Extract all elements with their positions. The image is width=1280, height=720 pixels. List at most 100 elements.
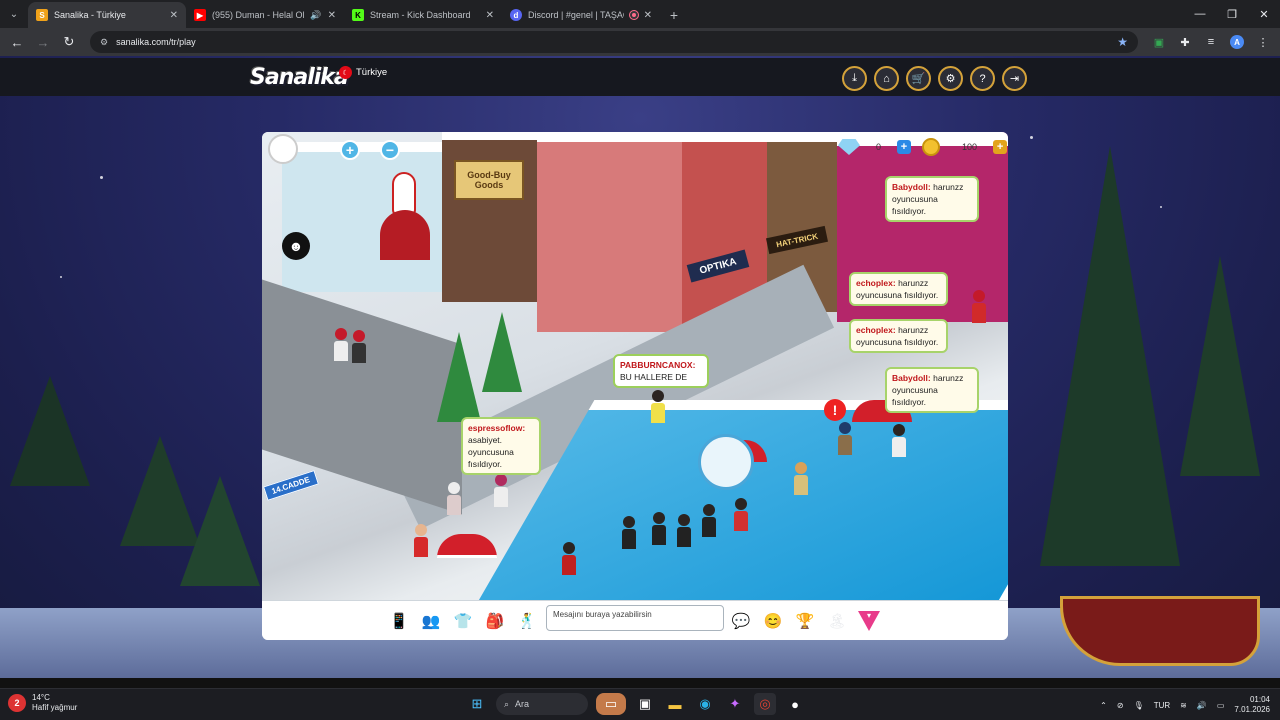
tab-kick[interactable]: K Stream - Kick Dashboard ✕ xyxy=(344,2,502,28)
bookmark-star-icon[interactable]: ★ xyxy=(1117,35,1128,49)
player-avatar[interactable] xyxy=(892,424,906,458)
zoom-out-button[interactable]: − xyxy=(380,140,400,160)
close-tab-icon[interactable]: ✕ xyxy=(644,10,652,21)
widget-news-icon[interactable]: ▭ xyxy=(596,693,626,715)
site-info-icon[interactable]: ⚙ xyxy=(100,37,108,48)
taskbar-search[interactable]: ⌕ Ara xyxy=(496,693,588,715)
player-avatar[interactable] xyxy=(494,474,508,508)
extensions-puzzle-icon[interactable]: ✚ xyxy=(1174,31,1196,53)
island-icon[interactable]: 🏝 xyxy=(824,609,850,633)
sanalika-favicon-icon: S xyxy=(36,9,48,21)
wardrobe-icon[interactable]: 👕 xyxy=(450,609,476,633)
add-coins-button[interactable]: + xyxy=(993,140,1008,154)
chat-author: echoplex: xyxy=(856,278,896,288)
weather-widget[interactable]: 2 14°C Hafif yağmur xyxy=(8,693,77,713)
reload-icon[interactable]: ↻ xyxy=(58,31,80,53)
beach-umbrella xyxy=(437,534,497,558)
wifi-icon[interactable]: ≋ xyxy=(1180,701,1187,710)
add-gems-button[interactable]: + xyxy=(897,140,912,154)
maximize-icon[interactable]: ❐ xyxy=(1216,0,1248,28)
backpack-icon[interactable]: 🎒 xyxy=(482,609,508,633)
close-tab-icon[interactable]: ✕ xyxy=(328,10,336,21)
game-scene[interactable]: Good-Buy Goods OPTIKA HAT-TRICK 14.CADDE xyxy=(262,132,1008,600)
tab-search-icon[interactable]: ⌄ xyxy=(0,0,28,28)
close-window-icon[interactable]: ✕ xyxy=(1248,0,1280,28)
dance-icon[interactable]: 🕺 xyxy=(514,609,540,633)
kick-favicon-icon: K xyxy=(352,9,364,21)
tab-label: Stream - Kick Dashboard xyxy=(370,10,471,20)
chrome-icon[interactable]: ◎ xyxy=(754,693,776,715)
address-bar[interactable]: ⚙ sanalika.com/tr/play ★ xyxy=(90,31,1138,53)
speech-bubble-icon[interactable]: 💬 xyxy=(728,609,754,633)
chevron-up-icon[interactable]: ⌃ xyxy=(1100,701,1107,710)
alert-icon[interactable]: ! xyxy=(824,399,846,421)
diamond-icon xyxy=(838,139,860,155)
url-text: sanalika.com/tr/play xyxy=(116,37,196,47)
kebab-menu-icon[interactable]: ⋮ xyxy=(1252,31,1274,53)
obs-icon[interactable]: ● xyxy=(784,693,806,715)
window-controls: — ❐ ✕ xyxy=(1184,0,1280,28)
help-icon[interactable]: ? xyxy=(970,66,995,91)
tab-sanalika[interactable]: S Sanalika - Türkiye ✕ xyxy=(28,2,186,28)
bowling-door xyxy=(380,210,430,260)
player-avatar[interactable] xyxy=(334,328,348,362)
game-window[interactable]: Good-Buy Goods OPTIKA HAT-TRICK 14.CADDE xyxy=(262,132,1008,640)
start-windows-icon[interactable]: ⊞ xyxy=(466,693,488,715)
microphone-icon[interactable]: 🎙 xyxy=(1134,701,1144,710)
sleigh xyxy=(1060,596,1260,666)
player-avatar[interactable] xyxy=(622,516,636,550)
search-label: Ara xyxy=(515,699,530,709)
download-icon[interactable]: ⤓ xyxy=(842,66,867,91)
edge-icon[interactable]: ◉ xyxy=(694,693,716,715)
friends-icon[interactable]: 👥 xyxy=(418,609,444,633)
language-indicator[interactable]: TUR xyxy=(1154,701,1170,710)
logout-icon[interactable]: ⇥ xyxy=(1002,66,1027,91)
npc-ghost-icon[interactable]: ☻ xyxy=(282,232,310,260)
player-avatar[interactable] xyxy=(447,482,461,516)
close-tab-icon[interactable]: ✕ xyxy=(170,10,178,21)
cart-icon[interactable]: 🛒 xyxy=(906,66,931,91)
task-view-icon[interactable]: ▣ xyxy=(634,693,656,715)
clock[interactable]: 01:04 7.01.2026 xyxy=(1234,695,1270,715)
player-avatar[interactable] xyxy=(651,390,665,424)
network-off-icon[interactable]: ⊘ xyxy=(1117,701,1124,710)
profile-button[interactable]: A xyxy=(1226,31,1248,53)
player-avatar[interactable] xyxy=(352,330,366,364)
page-content: Sanalika ☾ Türkiye ⤓ ⌂ 🛒 ⚙ ? ⇥ Good-Buy … xyxy=(0,56,1280,678)
player-avatar[interactable] xyxy=(734,498,748,532)
home-icon[interactable]: ⌂ xyxy=(874,66,899,91)
copilot-icon[interactable]: ✦ xyxy=(724,693,746,715)
player-avatar[interactable] xyxy=(794,462,808,496)
new-tab-button[interactable]: + xyxy=(660,2,688,28)
profile-avatar[interactable] xyxy=(268,134,298,164)
zoom-in-button[interactable]: + xyxy=(340,140,360,160)
player-avatar[interactable] xyxy=(972,290,986,324)
gear-icon[interactable]: ⚙ xyxy=(938,66,963,91)
volume-icon[interactable]: 🔊 xyxy=(1197,701,1207,710)
pet-badge-icon[interactable] xyxy=(698,434,754,490)
forward-arrow-icon[interactable]: → xyxy=(32,31,54,53)
chat-author: Babydoll: xyxy=(892,182,931,192)
speaker-icon[interactable]: 🔊 xyxy=(310,10,321,21)
tab-youtube[interactable]: ▶ (955) Duman - Helal Olsun 🔊 ✕ xyxy=(186,2,344,28)
sanalika-logo[interactable]: Sanalika xyxy=(250,65,349,90)
player-avatar[interactable] xyxy=(702,504,716,538)
player-avatar[interactable] xyxy=(838,422,852,456)
minimize-icon[interactable]: — xyxy=(1184,0,1216,28)
trophy-icon[interactable]: 🏆 xyxy=(792,609,818,633)
emote-icon[interactable]: 😊 xyxy=(760,609,786,633)
player-avatar[interactable] xyxy=(677,514,691,548)
media-controls-icon[interactable]: ≡ xyxy=(1200,31,1222,53)
player-avatar[interactable] xyxy=(562,542,576,576)
chat-input[interactable]: Mesajını buraya yazabilirsin xyxy=(546,605,724,631)
tab-discord[interactable]: d Discord | #genel | TAŞACAK ✕ xyxy=(502,2,660,28)
menu-toggle-icon[interactable]: ▾ xyxy=(856,609,882,633)
battery-icon[interactable]: ▭ xyxy=(1217,701,1225,710)
file-explorer-icon[interactable]: ▬ xyxy=(664,693,686,715)
player-avatar[interactable] xyxy=(652,512,666,546)
phone-icon[interactable]: 📱 xyxy=(386,609,412,633)
player-avatar[interactable] xyxy=(414,524,428,558)
close-tab-icon[interactable]: ✕ xyxy=(486,10,494,21)
back-arrow-icon[interactable]: ← xyxy=(6,31,28,53)
extension-icon[interactable]: ▣ xyxy=(1148,31,1170,53)
